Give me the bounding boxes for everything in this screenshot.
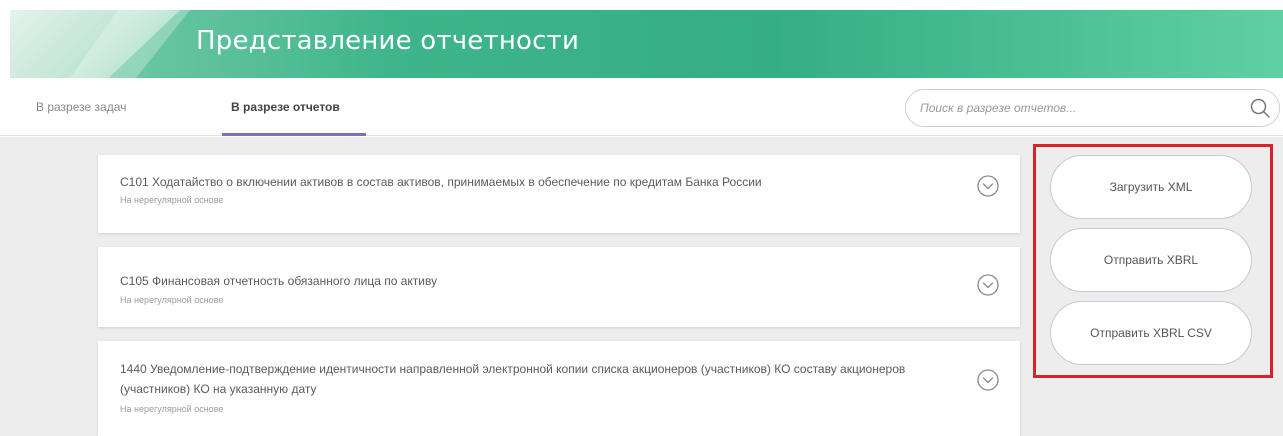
report-card[interactable]: С105 Финансовая отчетность обязанного ли… (98, 247, 1020, 327)
report-title: С101 Ходатайство о включении активов в с… (120, 175, 762, 189)
send-xbrl-button[interactable]: Отправить XBRL (1050, 228, 1252, 292)
report-title: С105 Финансовая отчетность обязанного ли… (120, 274, 438, 288)
send-xbrl-csv-button[interactable]: Отправить XBRL CSV (1050, 301, 1252, 365)
report-card[interactable]: 1440 Уведомление-подтверждение идентично… (98, 341, 1020, 436)
search-input[interactable]: Поиск в разрезе отчетов... (905, 89, 1280, 127)
page-header-banner: Представление отчетности (10, 10, 1283, 78)
search-placeholder: Поиск в разрезе отчетов... (920, 101, 1077, 115)
tab-by-reports[interactable]: В разрезе отчетов (231, 100, 340, 114)
active-tab-indicator (222, 133, 366, 136)
search-icon[interactable] (1249, 97, 1271, 119)
page-title: Представление отчетности (196, 26, 580, 56)
report-frequency: На нерегулярной основе (120, 295, 224, 305)
chevron-down-circle-icon[interactable] (976, 273, 1000, 297)
report-title: 1440 Уведомление-подтверждение идентично… (120, 362, 906, 396)
report-frequency: На нерегулярной основе (120, 195, 224, 205)
chevron-down-circle-icon[interactable] (976, 174, 1000, 198)
upload-xml-button[interactable]: Загрузить XML (1050, 155, 1252, 219)
report-card[interactable]: С101 Ходатайство о включении активов в с… (98, 155, 1020, 233)
tab-by-tasks[interactable]: В разрезе задач (36, 100, 126, 114)
report-frequency: На нерегулярной основе (120, 404, 224, 414)
actions-panel-highlight: Загрузить XML Отправить XBRL Отправить X… (1033, 144, 1273, 378)
chevron-down-circle-icon[interactable] (976, 368, 1000, 392)
